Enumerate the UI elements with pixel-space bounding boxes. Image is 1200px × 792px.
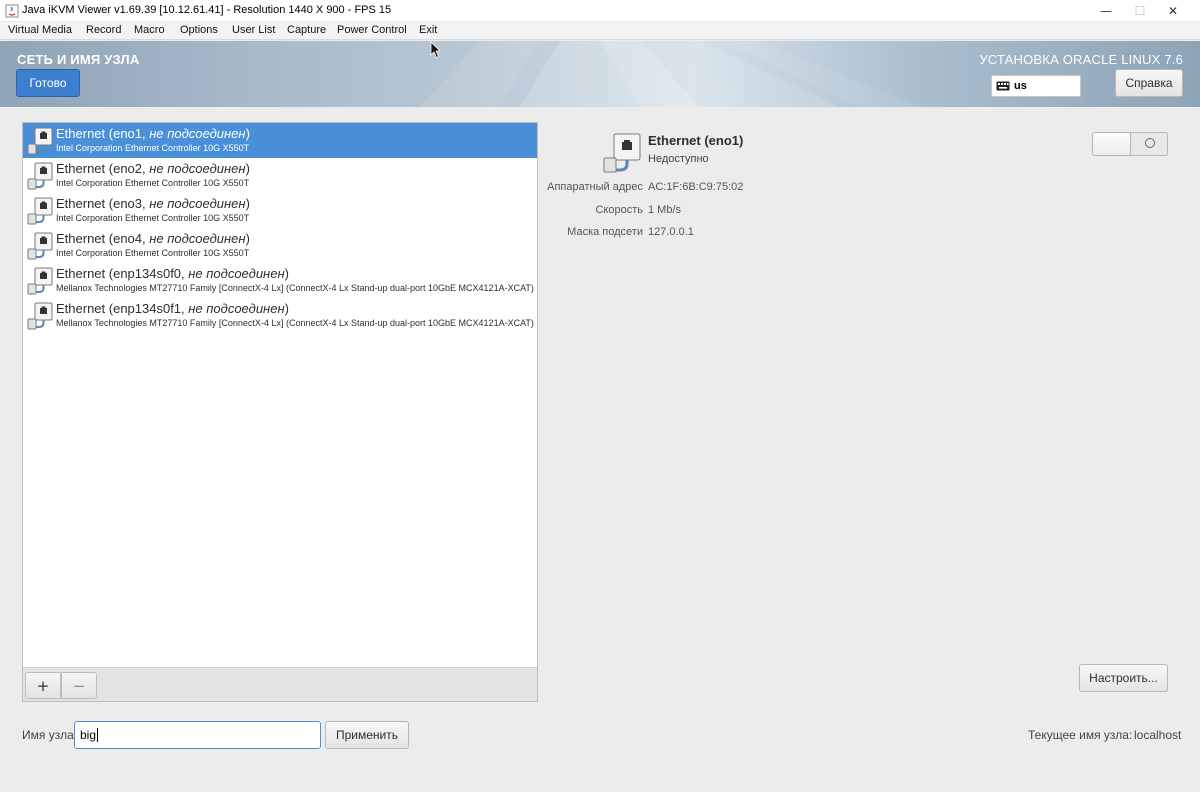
device-description: Intel Corporation Ethernet Controller 10… (56, 248, 250, 258)
device-list-item[interactable]: Ethernet (eno2, не подсоединен) Intel Cor… (23, 158, 537, 193)
hostname-input-value: big (80, 728, 97, 742)
subnet-mask-label: Маска подсети (567, 226, 643, 238)
device-description: Intel Corporation Ethernet Controller 10… (56, 213, 250, 223)
install-title: УСТАНОВКА ORACLE LINUX 7.6 (979, 52, 1183, 67)
device-name: Ethernet (enp134s0f1, не подсоединен) (56, 301, 289, 316)
menu-macro[interactable]: Macro (134, 24, 165, 36)
subnet-mask-value: 127.0.0.1 (648, 226, 694, 238)
java-app-icon (5, 4, 19, 18)
done-button[interactable]: Готово (16, 69, 80, 97)
device-name-close: ) (245, 126, 250, 141)
speed-value: 1 Mb/s (648, 204, 682, 216)
toggle-knob (1093, 133, 1131, 155)
device-list-item[interactable]: Ethernet (enp134s0f1, не подсоединен) Mel… (23, 298, 537, 333)
ethernet-device-icon (27, 162, 53, 190)
device-connection-status: не подсоединен (149, 161, 246, 176)
header-background (420, 41, 920, 107)
device-list-toolbar: + − (23, 667, 537, 701)
keyboard-icon (996, 81, 1010, 91)
device-enable-toggle[interactable] (1092, 132, 1168, 156)
device-connection-status: не подсоединен (149, 126, 246, 141)
ethernet-device-icon (27, 267, 53, 295)
page-title: СЕТЬ И ИМЯ УЗЛА (17, 52, 140, 67)
hw-address-label: Аппаратный адрес (547, 181, 643, 193)
ethernet-device-icon (27, 127, 53, 155)
apply-hostname-button[interactable]: Применить (325, 721, 409, 749)
close-button[interactable]: ✕ (1150, 0, 1196, 22)
menu-capture[interactable]: Capture (287, 24, 326, 36)
remove-device-button[interactable]: − (61, 672, 97, 699)
menu-power-control[interactable]: Power Control (337, 24, 407, 36)
menu-record[interactable]: Record (86, 24, 121, 36)
device-list-item[interactable]: Ethernet (eno3, не подсоединен) Intel Cor… (23, 193, 537, 228)
device-name-text: Ethernet (eno3, (56, 196, 150, 211)
device-connection-status: не подсоединен (149, 231, 246, 246)
ethernet-device-icon (603, 133, 641, 173)
hw-address-value: AC:1F:6B:C9:75:02 (648, 181, 744, 193)
device-list-item[interactable]: Ethernet (eno1, не подсоединен) Intel Cor… (23, 123, 537, 158)
device-name-close: ) (245, 161, 250, 176)
device-name-close: ) (284, 266, 289, 281)
device-name-close: ) (245, 196, 250, 211)
menu-options[interactable]: Options (180, 24, 218, 36)
menubar: Virtual Media Record Macro Options User … (0, 22, 1200, 40)
device-name-text: Ethernet (eno2, (56, 161, 150, 176)
device-name-text: Ethernet (eno4, (56, 231, 150, 246)
current-hostname-label: Текущее имя узла: (1028, 728, 1133, 742)
help-button[interactable]: Справка (1115, 69, 1183, 97)
current-hostname-value: localhost (1134, 728, 1182, 742)
detail-device-name: Ethernet (eno1) (648, 133, 744, 148)
device-name: Ethernet (eno4, не подсоединен) (56, 231, 250, 246)
keyboard-layout-label: us (1014, 80, 1027, 92)
device-description: Mellanox Technologies MT27710 Family [Co… (56, 318, 534, 328)
speed-label: Скорость (595, 204, 643, 216)
device-name-text: Ethernet (enp134s0f0, (56, 266, 189, 281)
device-name: Ethernet (eno2, не подсоединен) (56, 161, 250, 176)
network-device-list: Ethernet (eno1, не подсоединен) Intel Cor… (22, 122, 538, 702)
device-connection-status: не подсоединен (188, 301, 285, 316)
hostname-label: Имя узла: (22, 728, 78, 742)
mouse-cursor-icon (430, 41, 441, 59)
device-name-text: Ethernet (enp134s0f1, (56, 301, 189, 316)
device-name-text: Ethernet (eno1, (56, 126, 150, 141)
ethernet-device-icon (27, 197, 53, 225)
configure-button[interactable]: Настроить... (1079, 664, 1168, 692)
text-caret (97, 728, 99, 742)
device-description: Intel Corporation Ethernet Controller 10… (56, 178, 250, 188)
window-title: Java iKVM Viewer v1.69.39 [10.12.61.41] … (22, 4, 392, 16)
device-connection-status: не подсоединен (188, 266, 285, 281)
page-header: СЕТЬ И ИМЯ УЗЛА Готово УСТАНОВКА ORACLE … (0, 41, 1200, 107)
menu-virtual-media[interactable]: Virtual Media (8, 24, 72, 36)
device-name: Ethernet (enp134s0f0, не подсоединен) (56, 266, 289, 281)
device-name-close: ) (245, 231, 250, 246)
device-name: Ethernet (eno3, не подсоединен) (56, 196, 250, 211)
menu-exit[interactable]: Exit (419, 24, 437, 36)
add-device-button[interactable]: + (25, 672, 61, 699)
device-description: Intel Corporation Ethernet Controller 10… (56, 143, 250, 153)
detail-device-status: Недоступно (648, 153, 709, 165)
device-list-item[interactable]: Ethernet (enp134s0f0, не подсоединен) Mel… (23, 263, 537, 298)
off-state-icon (1145, 138, 1155, 148)
ethernet-device-icon (27, 232, 53, 260)
keyboard-layout-indicator[interactable]: us (991, 75, 1081, 97)
device-list-item[interactable]: Ethernet (eno4, не подсоединен) Intel Cor… (23, 228, 537, 263)
device-name: Ethernet (eno1, не подсоединен) (56, 126, 250, 141)
menu-user-list[interactable]: User List (232, 24, 275, 36)
device-connection-status: не подсоединен (149, 196, 246, 211)
ethernet-device-icon (27, 302, 53, 330)
hostname-input[interactable]: big (74, 721, 321, 749)
device-description: Mellanox Technologies MT27710 Family [Co… (56, 283, 534, 293)
device-name-close: ) (284, 301, 289, 316)
window-titlebar: Java iKVM Viewer v1.69.39 [10.12.61.41] … (0, 0, 1200, 22)
